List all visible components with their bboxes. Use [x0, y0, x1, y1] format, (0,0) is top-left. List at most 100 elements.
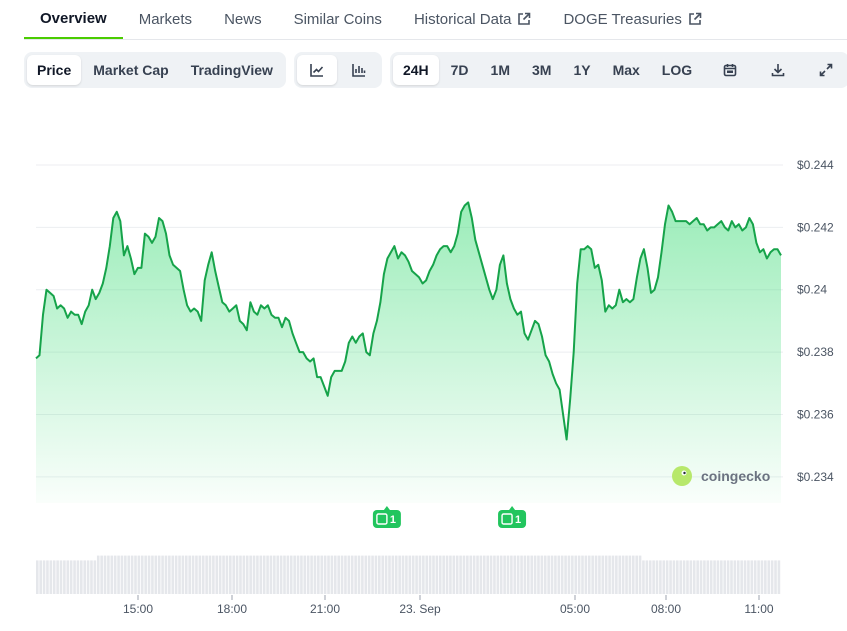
volume-bar — [611, 555, 615, 594]
volume-bar — [289, 555, 293, 594]
volume-bar — [127, 555, 131, 594]
volume-bar — [42, 560, 46, 594]
volume-bar — [286, 555, 290, 594]
volume-bar — [340, 555, 344, 594]
volume-bar — [364, 555, 368, 594]
volume-bar — [516, 555, 520, 594]
volume-bar — [550, 555, 554, 594]
volume-bar — [483, 555, 486, 594]
volume-bar — [357, 555, 361, 594]
volume-bar — [533, 555, 537, 594]
volume-bar — [635, 555, 638, 594]
volume-bar — [645, 560, 649, 594]
event-pointer — [383, 506, 390, 510]
volume-bar — [659, 560, 662, 594]
volume-bar — [723, 560, 727, 594]
volume-bar — [334, 555, 337, 594]
volume-bar — [296, 555, 300, 594]
volume-bar — [262, 555, 266, 594]
volume-bar — [273, 555, 276, 594]
volume-bar — [438, 555, 442, 594]
y-axis-ticks: $0.234 $0.236 $0.238 $0.24 $0.242 $0.244 — [797, 158, 834, 484]
volume-bar — [655, 560, 659, 594]
volume-bar — [245, 555, 249, 594]
volume-bar — [157, 555, 161, 594]
volume-bar — [171, 555, 175, 594]
volume-bar — [317, 555, 320, 594]
volume-bar — [310, 555, 313, 594]
volume-bar — [59, 560, 63, 594]
volume-bar — [621, 555, 625, 594]
volume-bar — [388, 555, 391, 594]
volume-bar — [672, 560, 676, 594]
volume-bar — [608, 555, 611, 594]
volume-bar — [462, 555, 466, 594]
volume-bar — [703, 560, 706, 594]
volume-bar — [354, 555, 357, 594]
price-chart[interactable]: $0.234 $0.236 $0.238 $0.24 $0.242 $0.244 15:0… — [0, 0, 847, 631]
volume-bar — [709, 560, 713, 594]
event-markers: 11 — [372, 506, 527, 528]
volume-bar — [52, 560, 56, 594]
y-tick-label: $0.238 — [797, 345, 834, 359]
volume-bar — [239, 555, 242, 594]
volume-bar — [367, 555, 371, 594]
news-event-marker[interactable]: 1 — [498, 506, 527, 528]
volume-bar — [222, 555, 225, 594]
volume-bar — [63, 560, 66, 594]
y-tick-label: $0.236 — [797, 408, 834, 422]
volume-bar — [93, 560, 97, 594]
volume-bar — [774, 560, 777, 594]
volume-bar — [574, 555, 578, 594]
volume-bar — [466, 555, 469, 594]
news-event-marker[interactable]: 1 — [372, 506, 401, 528]
volume-bar — [391, 555, 395, 594]
volume-bar — [130, 555, 134, 594]
volume-bar — [49, 560, 53, 594]
x-tick-label: 08:00 — [651, 602, 681, 616]
volume-bar — [276, 555, 280, 594]
volume-bar — [90, 560, 93, 594]
volume-bar — [733, 560, 737, 594]
x-tick-label: 05:00 — [560, 602, 590, 616]
volume-bar — [601, 555, 605, 594]
event-count: 1 — [390, 514, 396, 526]
volume-bar — [252, 555, 256, 594]
volume-bar — [757, 560, 760, 594]
volume-bar — [764, 560, 767, 594]
x-axis-ticks: 15:00 18:00 21:00 23. Sep 05:00 08:00 11:00 — [123, 595, 774, 616]
volume-bar — [303, 555, 307, 594]
volume-bar — [408, 555, 412, 594]
volume-bar — [628, 555, 632, 594]
volume-bar — [398, 555, 401, 594]
volume-bar — [604, 555, 608, 594]
volume-bar — [350, 555, 354, 594]
volume-bar — [530, 555, 533, 594]
volume-bar — [594, 555, 598, 594]
volume-bar — [137, 555, 141, 594]
volume-bar — [361, 555, 364, 594]
volume-bar — [669, 560, 672, 594]
volume-bar — [110, 555, 114, 594]
volume-bar — [96, 555, 100, 594]
volume-bar — [56, 560, 59, 594]
volume-bar — [743, 560, 747, 594]
volume-bar — [378, 555, 381, 594]
volume-bar — [689, 560, 693, 594]
y-tick-label: $0.234 — [797, 470, 834, 484]
volume-bar — [242, 555, 246, 594]
volume-bar — [523, 555, 527, 594]
volume-bar — [469, 555, 473, 594]
volume-bar — [347, 555, 351, 594]
volume-bar — [232, 555, 235, 594]
volume-bar — [422, 555, 425, 594]
volume-bar — [665, 560, 669, 594]
watermark-text: coingecko — [701, 468, 770, 484]
y-tick-label: $0.242 — [797, 220, 834, 234]
volume-bar — [625, 555, 628, 594]
volume-bar — [256, 555, 259, 594]
x-tick-label: 11:00 — [744, 602, 773, 616]
x-tick-label: 21:00 — [310, 602, 340, 616]
volume-bar — [726, 560, 730, 594]
volume-bar — [337, 555, 340, 594]
